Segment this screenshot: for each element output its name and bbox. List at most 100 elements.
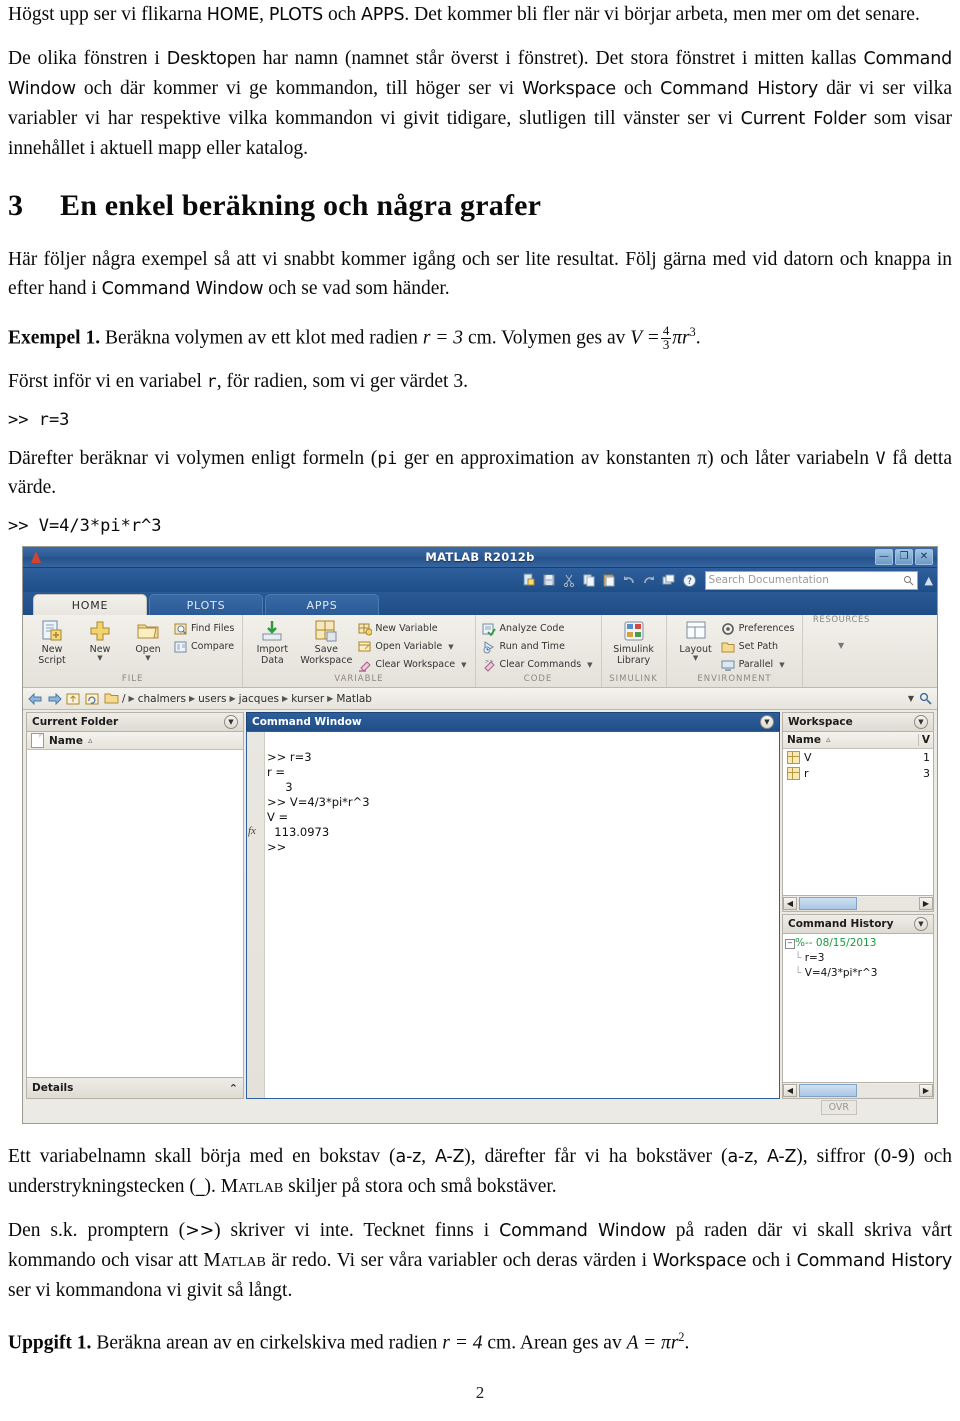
chevron-down-icon[interactable]: ▼ (587, 661, 592, 669)
undo-icon[interactable] (621, 572, 638, 589)
breadcrumb-root[interactable]: / (122, 693, 126, 705)
chevron-down-icon[interactable]: ▼ (97, 655, 102, 662)
table-row[interactable]: V 1 (783, 749, 933, 765)
scroll-right-icon[interactable]: ▶ (919, 897, 933, 910)
address-bar[interactable]: / ▶ chalmers ▶ users ▶ jacques ▶ kurser … (23, 688, 937, 710)
simulink-library-button[interactable]: Simulink Library (608, 618, 660, 666)
workspace-column-header[interactable]: Name ▵ V (783, 732, 933, 749)
scroll-right-icon[interactable]: ▶ (919, 1084, 933, 1097)
function-browser-icon[interactable]: fx (248, 825, 256, 837)
workspace-panel[interactable]: Workspace ▼ Name ▵ V V 1 r 3 ◀ ▶ (782, 712, 934, 912)
chevron-down-icon[interactable]: ▼ (448, 643, 453, 651)
workspace-body[interactable]: Name ▵ V V 1 r 3 (782, 731, 934, 896)
matlab-window[interactable]: MATLAB R2012b — ❐ ✕ ? Search Documentati… (22, 546, 938, 1124)
details-panel-header[interactable]: Details ⌃ (26, 1078, 244, 1099)
open-variable-button[interactable]: Open Variable ▼ (357, 638, 468, 655)
current-folder-panel[interactable]: Current Folder ▼ Name ▵ Details ⌃ (26, 712, 244, 1099)
scrollbar-track[interactable] (797, 897, 919, 910)
find-files-button[interactable]: Find Files (173, 620, 236, 637)
breadcrumb-item-kurser[interactable]: kurser (291, 693, 324, 705)
cw-prompt[interactable]: >> (267, 840, 286, 854)
minimize-icon[interactable]: — (875, 549, 893, 565)
chevron-down-icon[interactable]: ▼ (693, 655, 698, 662)
clear-workspace-button[interactable]: Clear Workspace ▼ (357, 656, 468, 673)
command-window-output[interactable]: >> r=3 r = 3 >> V=4/3*pi*r^3 V = 113.097… (267, 735, 779, 870)
close-icon[interactable]: ✕ (915, 549, 933, 565)
command-history-horizontal-scrollbar[interactable]: ◀ ▶ (782, 1083, 934, 1099)
up-folder-icon[interactable] (65, 691, 81, 707)
new-button[interactable]: New ▼ (77, 618, 123, 662)
scrollbar-track[interactable] (797, 1084, 919, 1097)
clear-commands-button[interactable]: >> Clear Commands ▼ (482, 656, 595, 673)
window-controls[interactable]: — ❐ ✕ (875, 549, 937, 565)
quick-access-toolbar[interactable]: ? Search Documentation ▲ (23, 568, 937, 592)
search-documentation-input[interactable]: Search Documentation (704, 570, 918, 590)
breadcrumb[interactable]: / ▶ chalmers ▶ users ▶ jacques ▶ kurser … (122, 693, 905, 705)
sort-ascending-icon[interactable]: ▵ (826, 735, 831, 745)
breadcrumb-item-matlab[interactable]: Matlab (336, 693, 372, 705)
refresh-icon[interactable] (84, 691, 100, 707)
chevron-down-icon[interactable]: ▼ (779, 661, 784, 669)
command-history-entry[interactable]: V=4/3*pi*r^3 (805, 967, 878, 979)
collapse-ribbon-button[interactable]: ▲ (925, 574, 933, 587)
open-button[interactable]: Open ▼ (125, 618, 171, 662)
tab-plots[interactable]: PLOTS (149, 594, 263, 615)
copy-icon[interactable] (581, 572, 598, 589)
panel-menu-icon[interactable]: ▼ (914, 917, 928, 931)
chevron-down-icon[interactable]: ▼ (908, 694, 914, 703)
scroll-left-icon[interactable]: ◀ (783, 897, 797, 910)
redo-icon[interactable] (641, 572, 658, 589)
paste-icon[interactable] (601, 572, 618, 589)
breadcrumb-item-jacques[interactable]: jacques (239, 693, 279, 705)
set-path-button[interactable]: Set Path (721, 638, 797, 655)
compare-button[interactable]: Compare (173, 638, 236, 655)
run-and-time-button[interactable]: Run and Time (482, 638, 595, 655)
command-history-panel[interactable]: Command History ▼ − %-- 08/15/2013 └ r=3 … (782, 914, 934, 1099)
table-row[interactable]: r 3 (783, 765, 933, 781)
workspace-horizontal-scrollbar[interactable]: ◀ ▶ (782, 896, 934, 912)
panel-menu-icon[interactable]: ▼ (914, 715, 928, 729)
collapse-node-icon[interactable]: − (785, 939, 795, 949)
tab-home[interactable]: HOME (33, 594, 147, 615)
back-icon[interactable] (27, 691, 43, 707)
chevron-down-icon[interactable]: ▼ (461, 661, 466, 669)
scroll-left-icon[interactable]: ◀ (783, 1084, 797, 1097)
chevron-down-icon[interactable]: ▼ (838, 641, 845, 650)
breadcrumb-item-chalmers[interactable]: chalmers (138, 693, 186, 705)
scrollbar-thumb[interactable] (799, 897, 857, 910)
save-workspace-button[interactable]: Save Workspace (297, 618, 355, 666)
import-data-button[interactable]: Import Data (249, 618, 295, 666)
layout-button[interactable]: Layout ▼ (673, 618, 719, 662)
chevron-up-icon[interactable]: ⌃ (229, 1082, 238, 1095)
panel-menu-icon[interactable]: ▼ (224, 715, 238, 729)
chevron-down-icon[interactable]: ▼ (145, 655, 150, 662)
scrollbar-thumb[interactable] (799, 1084, 857, 1097)
command-history-body[interactable]: − %-- 08/15/2013 └ r=3 └ V=4/3*pi*r^3 (782, 933, 934, 1083)
new-variable-button[interactable]: New Variable (357, 620, 468, 637)
command-window-body[interactable]: >> r=3 r = 3 >> V=4/3*pi*r^3 V = 113.097… (246, 731, 780, 1099)
ribbon[interactable]: New Script New ▼ Open ▼ Find Files Compa… (23, 615, 937, 688)
breadcrumb-item-users[interactable]: users (198, 693, 226, 705)
save-icon[interactable] (541, 572, 558, 589)
parallel-button[interactable]: Parallel ▼ (721, 656, 797, 673)
ribbon-tab-bar[interactable]: HOME PLOTS APPS (23, 592, 937, 615)
new-script-button[interactable]: New Script (29, 618, 75, 666)
ribbon-group-resources[interactable]: RESOURCES ▼ (802, 615, 879, 687)
search-icon[interactable] (917, 691, 933, 707)
preferences-button[interactable]: Preferences (721, 620, 797, 637)
command-history-entry[interactable]: r=3 (805, 952, 825, 964)
current-folder-body[interactable]: Name ▵ (26, 731, 244, 1078)
new-script-icon[interactable] (521, 572, 538, 589)
help-icon[interactable]: ? (681, 572, 698, 589)
ribbon-group-label-variable: VARIABLE (334, 674, 384, 684)
forward-icon[interactable] (46, 691, 62, 707)
command-window-panel[interactable]: Command Window ▼ >> r=3 r = 3 >> V=4/3*p… (246, 712, 780, 1099)
maximize-icon[interactable]: ❐ (895, 549, 913, 565)
current-folder-column-header[interactable]: Name ▵ (27, 732, 243, 750)
switch-window-icon[interactable] (661, 572, 678, 589)
sort-ascending-icon[interactable]: ▵ (88, 736, 93, 746)
cut-icon[interactable] (561, 572, 578, 589)
tab-apps[interactable]: APPS (265, 594, 379, 615)
analyze-code-button[interactable]: Analyze Code (482, 620, 595, 637)
panel-menu-icon[interactable]: ▼ (760, 715, 774, 729)
